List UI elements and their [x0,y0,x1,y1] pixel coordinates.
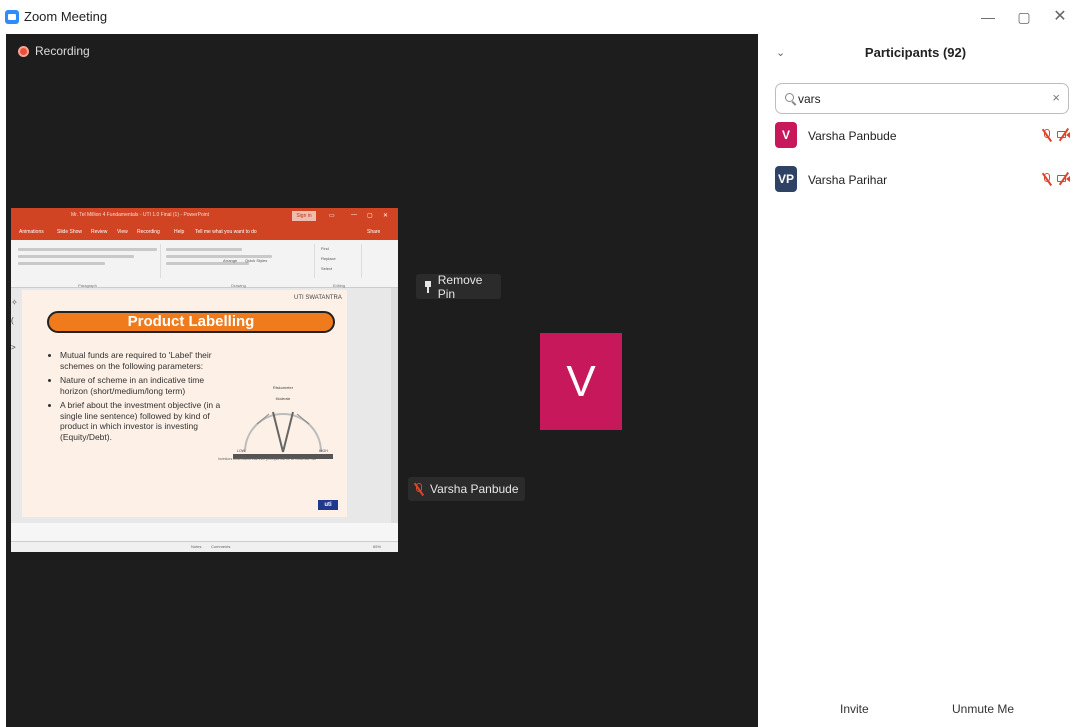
close-button[interactable]: ✕ [1048,6,1072,28]
participant-status-icons [1041,127,1071,143]
ppt-scrollbar [391,288,398,523]
search-icon [785,93,794,102]
window-title: Zoom Meeting [24,9,108,24]
meter-caption: Investors understand that their principa… [218,457,317,461]
speaker-avatar-tile: V [540,333,622,430]
slide-bullets: Mutual funds are required to 'Label' the… [52,350,230,446]
ribbon-select: Select [321,266,333,271]
ppt-slide-area: ✧(> UTI SWATANTRA Product Labelling Mutu… [11,288,398,523]
ppt-ribbon: Paragraph Arrange Quick Styles Drawing F… [11,240,398,288]
uti-badge: uti [318,500,338,510]
ribbon-group-editing: Find Replace Select Editing [317,244,362,288]
participant-status-icons [1041,171,1071,187]
slide: UTI SWATANTRA Product Labelling Mutual f… [22,290,347,517]
ppt-sign-in-button: Sign in [292,211,316,221]
remove-pin-label: Remove Pin [437,272,483,301]
mic-muted-icon [1041,128,1052,143]
riskometer-graphic: Riskometer Moderate LOW HIGH [233,385,333,459]
video-muted-icon [1057,127,1071,142]
participant-avatar: VP [775,166,797,192]
pin-icon [424,280,432,293]
unmute-me-button[interactable]: Unmute Me [944,697,1023,721]
slide-bullet: A brief about the investment objective (… [60,400,230,442]
minimize-button[interactable]: — [976,6,1000,28]
ppt-menu-review: Review [91,229,108,235]
ribbon-replace: Replace [321,256,336,261]
recording-label: Recording [35,44,90,58]
meter-mid: Moderate [276,397,291,401]
participant-avatar: V [775,122,797,148]
participant-name: Varsha Parihar [808,173,888,187]
participants-panel: ⌄ Participants (92) × V Varsha Panbude V… [758,34,1073,727]
ppt-ribbon-icon: ▭ [329,213,335,219]
slide-bullet: Nature of scheme in an indicative time h… [60,375,230,396]
ribbon-quick-styles: Quick Styles [245,258,268,263]
status-comments: Comments [211,544,231,549]
ppt-tell-me: Tell me what you want to do [195,229,257,235]
zoom-logo-icon [5,10,19,24]
video-muted-icon [1057,171,1071,186]
participant-row[interactable]: VP Varsha Parihar [775,166,1071,196]
ppt-status-bar: Notes Comments 65% [11,541,398,552]
title-bar: Zoom Meeting — ▢ ✕ [0,0,1073,34]
meter-title: Riskometer [273,385,294,390]
participants-title: Participants (92) [864,45,967,60]
speaker-name-tag: Varsha Panbude [408,477,525,501]
ribbon-group-paragraph: Paragraph [15,244,161,288]
participant-search-box[interactable]: × [775,83,1069,114]
status-notes: Notes [191,544,202,549]
clear-icon[interactable]: × [1052,90,1060,105]
slide-bullet: Mutual funds are required to 'Label' the… [60,350,230,371]
recording-icon [18,45,29,57]
ppt-menu-view: View [117,229,128,235]
slide-side-marks: ✧(> [11,298,18,352]
remove-pin-button[interactable]: Remove Pin [416,272,501,301]
ppt-menu-help: Help [174,229,185,235]
participant-search-input[interactable] [798,90,1038,108]
invite-button[interactable]: Invite [832,697,877,721]
ppt-menu-animations: Animations [19,229,44,235]
ppt-menu-bar: Animations Slide Show Review View Record… [11,225,398,240]
mic-muted-icon [1041,172,1052,187]
ppt-maximize-icon: ▢ [367,213,373,219]
meter-high: HIGH [319,449,328,453]
speaker-name: Varsha Panbude [430,482,519,496]
ppt-share-button: Share [367,229,381,235]
meeting-video-area: Recording Mr. Tel Million 4 Fundamentals… [6,34,758,727]
ppt-menu-recording: Recording [137,229,160,235]
participant-row[interactable]: V Varsha Panbude [775,122,1071,152]
ppt-title: Mr. Tel Million 4 Fundamentals - UTI 1.0… [71,212,210,218]
status-zoom: 65% [373,544,382,549]
slide-title: Product Labelling [47,311,335,333]
mic-muted-icon [413,482,424,496]
meter-low: LOW [237,449,246,453]
recording-indicator: Recording [18,44,90,58]
zoom-app-window: Zoom Meeting — ▢ ✕ Recording Mr. Tel Mil… [0,0,1073,727]
shared-screen-thumbnail[interactable]: Mr. Tel Million 4 Fundamentals - UTI 1.0… [11,208,398,552]
ppt-close-icon: ✕ [383,213,389,219]
ppt-minimize-icon: — [351,212,357,218]
participant-name: Varsha Panbude [808,129,897,143]
ribbon-find: Find [321,246,329,251]
maximize-button[interactable]: ▢ [1012,6,1036,28]
ppt-menu-slideshow: Slide Show [57,229,83,235]
ppt-title-bar: Mr. Tel Million 4 Fundamentals - UTI 1.0… [11,208,398,225]
ribbon-arrange: Arrange [223,258,238,263]
slide-logo: UTI SWATANTRA [294,295,342,301]
ribbon-group-drawing: Arrange Quick Styles Drawing [163,244,315,288]
